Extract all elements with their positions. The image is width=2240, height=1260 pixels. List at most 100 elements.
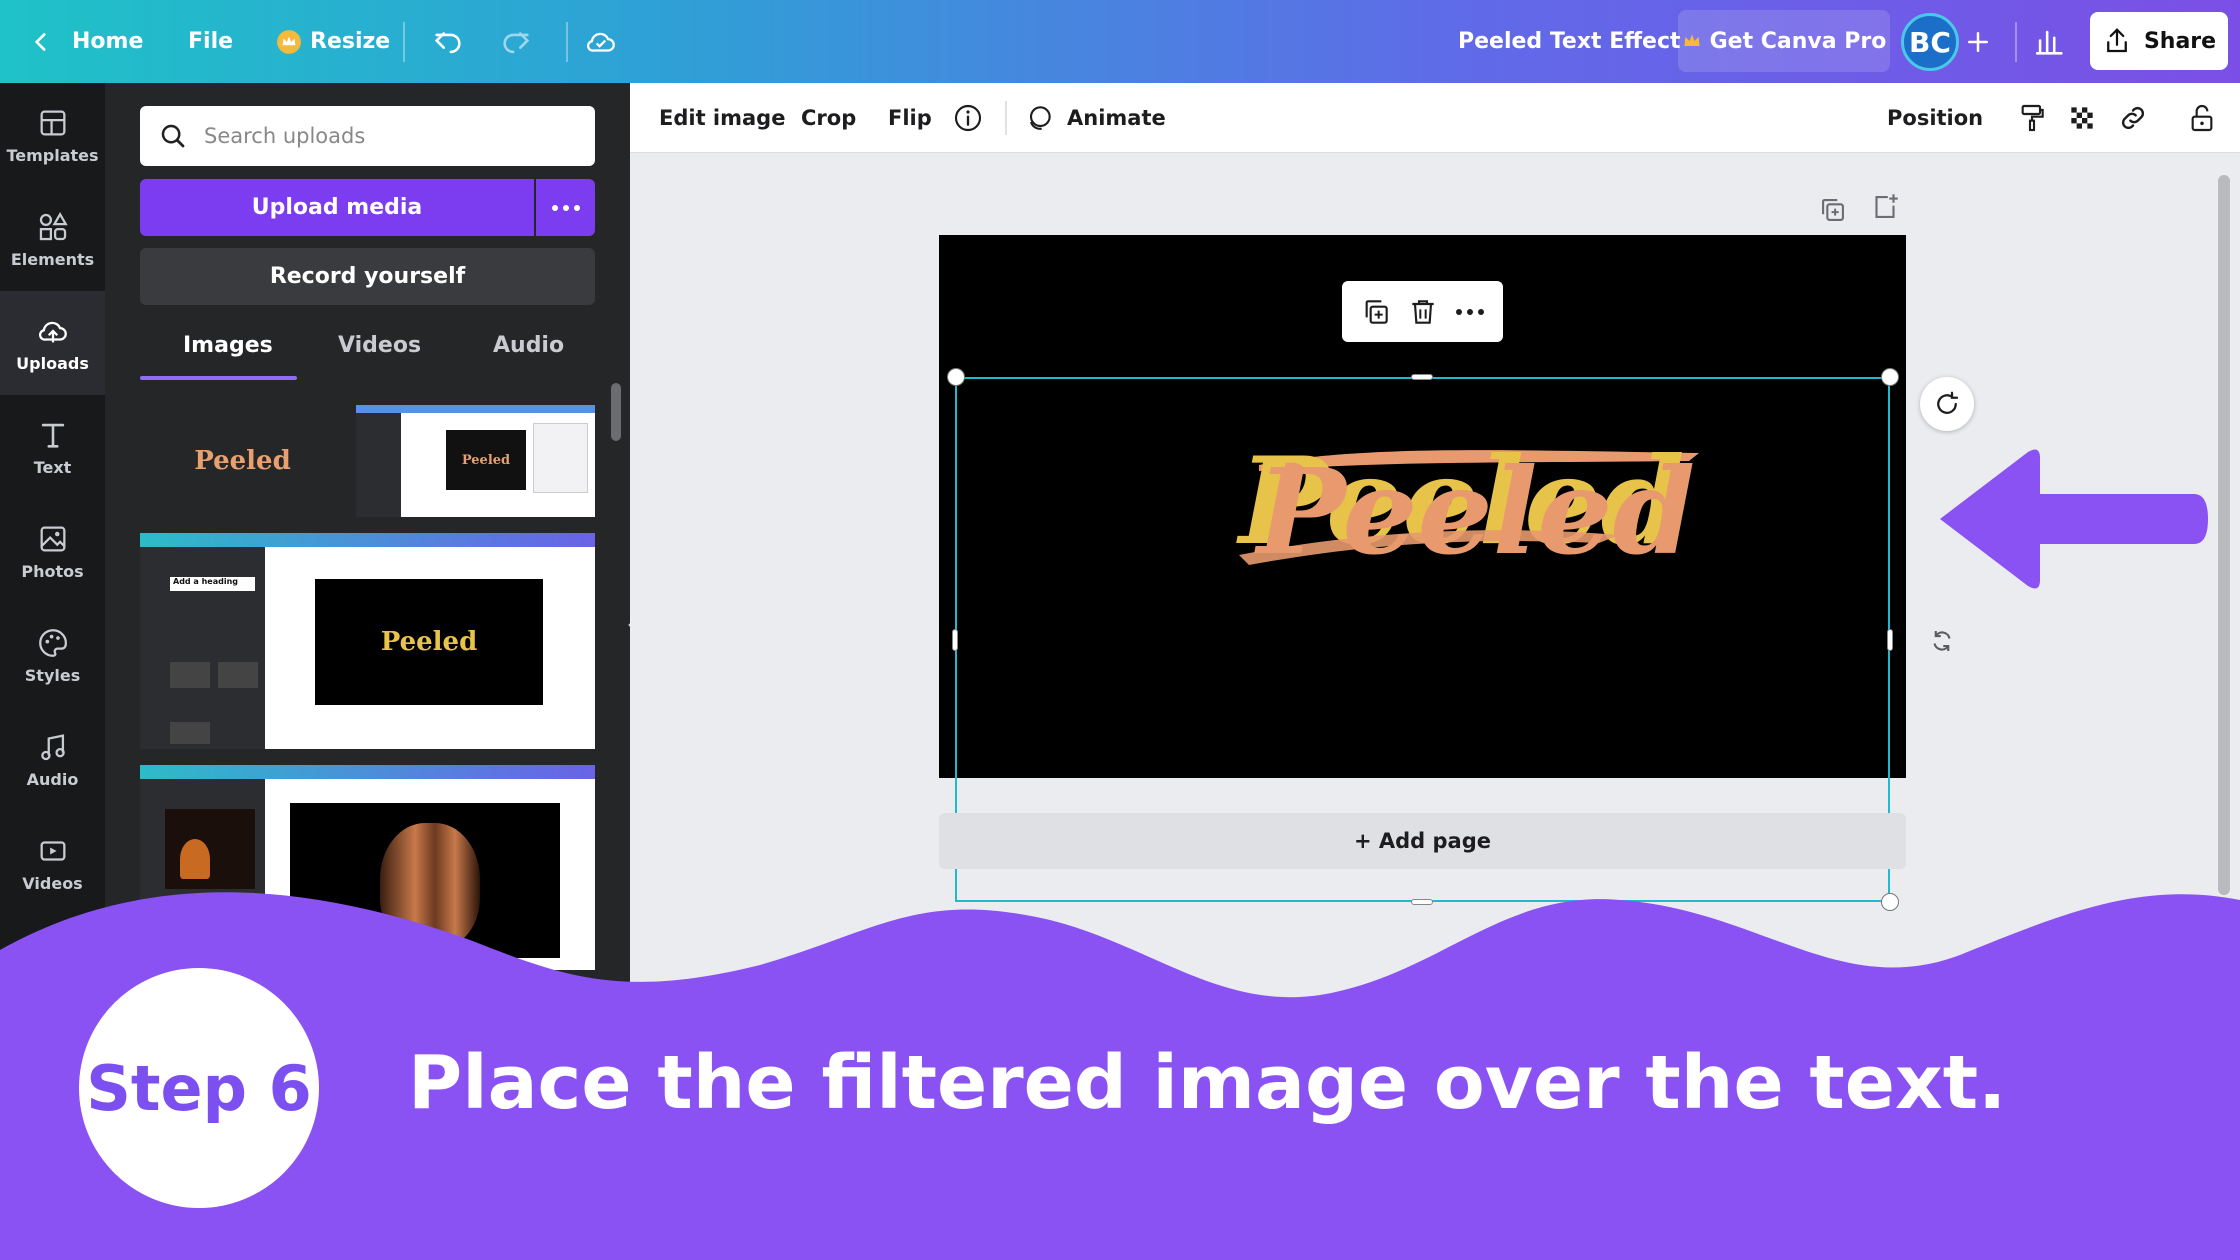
resize-handle-bottom-right[interactable] bbox=[1881, 893, 1899, 911]
link-button[interactable] bbox=[2117, 83, 2149, 153]
redo-button[interactable] bbox=[499, 0, 533, 83]
duplicate-icon bbox=[1816, 193, 1850, 227]
info-button[interactable] bbox=[952, 83, 984, 153]
resize-handle-left[interactable] bbox=[952, 629, 958, 651]
elements-icon bbox=[36, 210, 70, 244]
thumb-panel bbox=[140, 779, 265, 970]
rotate-icon bbox=[1932, 389, 1962, 419]
resize-button[interactable]: Resize bbox=[276, 0, 390, 83]
pointer-arrow bbox=[1940, 448, 2210, 590]
sidebar-item-uploads[interactable]: Uploads bbox=[0, 291, 105, 395]
cloud-save-button[interactable] bbox=[584, 0, 618, 83]
crop-button[interactable]: Crop bbox=[801, 83, 856, 153]
search-icon bbox=[158, 121, 188, 151]
more-horizontal-icon bbox=[551, 204, 581, 212]
resize-handle-top-left[interactable] bbox=[947, 368, 965, 386]
home-link[interactable]: Home bbox=[28, 0, 143, 83]
music-note-icon bbox=[36, 730, 70, 764]
transparency-icon bbox=[2066, 102, 2098, 134]
palette-icon bbox=[36, 626, 70, 660]
sidebar-item-label: Uploads bbox=[16, 353, 89, 373]
lock-button[interactable] bbox=[2186, 83, 2218, 153]
search-input[interactable] bbox=[204, 124, 564, 148]
insights-button[interactable] bbox=[2033, 0, 2067, 83]
add-collaborator-button[interactable] bbox=[1963, 0, 1993, 83]
crown-icon bbox=[1682, 31, 1702, 51]
sidebar-item-label: Elements bbox=[10, 249, 95, 269]
more-options-button[interactable] bbox=[1455, 308, 1485, 316]
home-label: Home bbox=[72, 29, 144, 54]
avatar[interactable]: BC bbox=[1901, 13, 1959, 71]
duplicate-element-button[interactable] bbox=[1360, 296, 1392, 328]
tab-images[interactable]: Images bbox=[183, 333, 273, 358]
sidebar-item-videos[interactable]: Videos bbox=[0, 811, 105, 915]
sidebar-item-templates[interactable]: Templates bbox=[0, 83, 105, 187]
tab-indicator bbox=[140, 376, 297, 380]
thumb-item bbox=[218, 662, 258, 688]
divider bbox=[1005, 101, 1007, 135]
position-button[interactable]: Position bbox=[1887, 83, 1983, 153]
crown-icon bbox=[276, 29, 302, 55]
top-bar: Home File Resize Peeled Text Effect Get … bbox=[0, 0, 2240, 83]
file-menu[interactable]: File bbox=[188, 0, 233, 83]
document-title-text: Peeled Text Effect bbox=[1458, 29, 1681, 54]
resize-handle-top[interactable] bbox=[1411, 374, 1433, 380]
upload-more-button[interactable] bbox=[536, 179, 595, 236]
transparency-button[interactable] bbox=[2066, 83, 2098, 153]
record-yourself-button[interactable]: Record yourself bbox=[140, 248, 595, 305]
sidebar-item-label: Styles bbox=[24, 665, 81, 685]
sidebar-item-photos[interactable]: Photos bbox=[0, 499, 105, 603]
upload-thumbnail[interactable]: Add a heading Peeled bbox=[140, 533, 595, 749]
cloud-upload-icon bbox=[36, 314, 70, 348]
thumb-canvas: Peeled bbox=[446, 430, 526, 490]
sidebar-item-text[interactable]: Text bbox=[0, 395, 105, 499]
share-button[interactable]: Share bbox=[2090, 12, 2228, 70]
thumb-heading: Add a heading bbox=[170, 577, 255, 591]
canvas-scrollbar[interactable] bbox=[2218, 175, 2230, 895]
rotate-button[interactable] bbox=[1920, 377, 1974, 431]
get-canva-pro-label: Get Canva Pro bbox=[1709, 28, 1887, 54]
resize-handle-bottom[interactable] bbox=[1411, 899, 1433, 905]
search-box[interactable] bbox=[140, 106, 595, 166]
plus-icon bbox=[1963, 27, 1993, 57]
sidebar-item-audio[interactable]: Audio bbox=[0, 707, 105, 811]
templates-icon bbox=[36, 106, 70, 140]
document-title[interactable]: Peeled Text Effect bbox=[1458, 0, 1681, 83]
sidebar-item-elements[interactable]: Elements bbox=[0, 187, 105, 291]
element-floating-menu bbox=[1342, 281, 1503, 342]
animate-button[interactable]: Animate bbox=[1023, 83, 1166, 153]
upload-media-button[interactable]: Upload media bbox=[140, 179, 534, 236]
step-badge: Step 6 bbox=[79, 968, 319, 1208]
resize-handle-top-right[interactable] bbox=[1881, 368, 1899, 386]
sidebar-item-label: Audio bbox=[26, 769, 79, 789]
edit-image-button[interactable]: Edit image bbox=[659, 83, 785, 153]
copy-style-button[interactable] bbox=[2016, 83, 2048, 153]
resize-handle-right[interactable] bbox=[1887, 629, 1893, 651]
bar-chart-icon bbox=[2033, 25, 2067, 59]
sidebar-item-label: Photos bbox=[21, 561, 84, 581]
tab-videos[interactable]: Videos bbox=[338, 333, 421, 358]
delete-element-button[interactable] bbox=[1407, 296, 1439, 328]
tab-audio[interactable]: Audio bbox=[493, 333, 564, 358]
info-icon bbox=[952, 102, 984, 134]
get-canva-pro-button[interactable]: Get Canva Pro bbox=[1678, 10, 1890, 72]
thumb-topbar bbox=[356, 405, 595, 413]
upload-thumbnail[interactable]: Peeled bbox=[356, 405, 595, 517]
thumbnail-text: Peeled bbox=[380, 627, 478, 657]
video-icon bbox=[36, 834, 70, 868]
add-page-top-button[interactable] bbox=[1868, 190, 1902, 224]
share-label: Share bbox=[2143, 28, 2217, 54]
upload-thumbnail[interactable]: Peeled bbox=[140, 405, 345, 517]
upload-thumbnail[interactable] bbox=[140, 765, 595, 970]
link-icon bbox=[2117, 102, 2149, 134]
add-page-button[interactable]: + Add page bbox=[939, 813, 1906, 869]
paint-roller-icon bbox=[2016, 102, 2048, 134]
duplicate-page-button[interactable] bbox=[1816, 193, 1850, 227]
thumb-fire-shape bbox=[180, 839, 210, 879]
panel-scrollbar[interactable] bbox=[611, 383, 621, 441]
undo-button[interactable] bbox=[431, 0, 465, 83]
context-toolbar: Edit image Crop Flip Animate Position bbox=[630, 83, 2240, 153]
rotate-secondary-button[interactable] bbox=[1927, 626, 1957, 656]
sidebar-item-styles[interactable]: Styles bbox=[0, 603, 105, 707]
flip-button[interactable]: Flip bbox=[888, 83, 932, 153]
